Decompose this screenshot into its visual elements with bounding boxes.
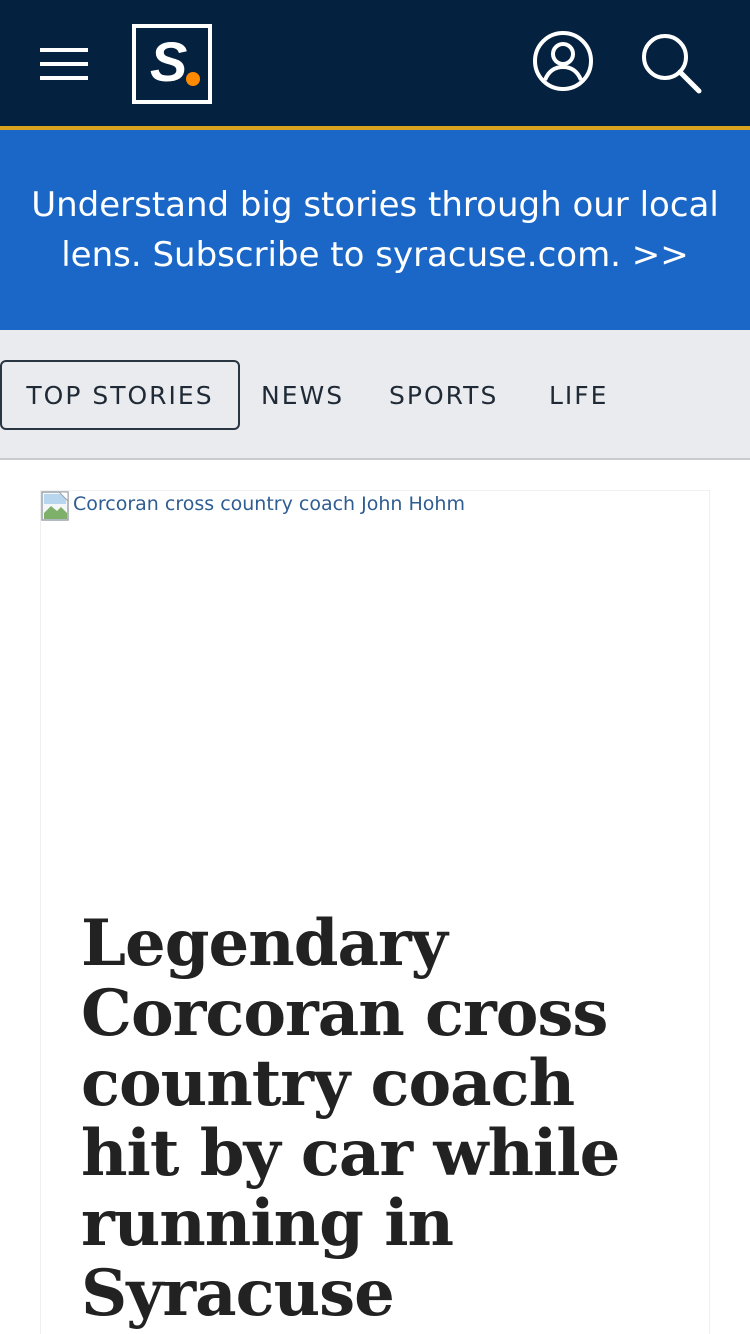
logo-dot [186,72,200,86]
tab-news[interactable]: NEWS [261,360,344,430]
broken-image-icon [41,491,73,523]
menu-bar [40,62,88,66]
search-icon[interactable] [640,32,702,94]
section-tabs: TOP STORIES NEWS SPORTS LIFE [0,330,750,460]
article-image[interactable]: Corcoran cross country coach John Hohm [41,491,711,871]
image-alt-text: Corcoran cross country coach John Hohm [73,493,465,515]
promo-text: Understand big stories through our local… [31,185,719,275]
site-header: S [0,0,750,126]
tab-label: NEWS [261,380,345,410]
user-account-icon[interactable] [532,30,594,92]
article-card: Corcoran cross country coach John Hohm L… [40,490,710,1334]
site-logo[interactable]: S [132,24,212,104]
logo-letter: S [150,30,188,93]
tab-life[interactable]: LIFE [549,360,608,430]
menu-bar [40,48,88,52]
tab-sports[interactable]: SPORTS [389,360,498,430]
tab-label: TOP STORIES [26,380,214,410]
hamburger-menu-icon[interactable] [40,48,88,80]
article-headline[interactable]: Legendary Corcoran cross country coach h… [81,909,681,1329]
tab-label: LIFE [549,380,609,410]
tab-top-stories[interactable]: TOP STORIES [0,360,240,430]
menu-bar [40,76,88,80]
tab-label: SPORTS [389,380,499,410]
subscribe-promo-banner[interactable]: Understand big stories through our local… [0,130,750,330]
